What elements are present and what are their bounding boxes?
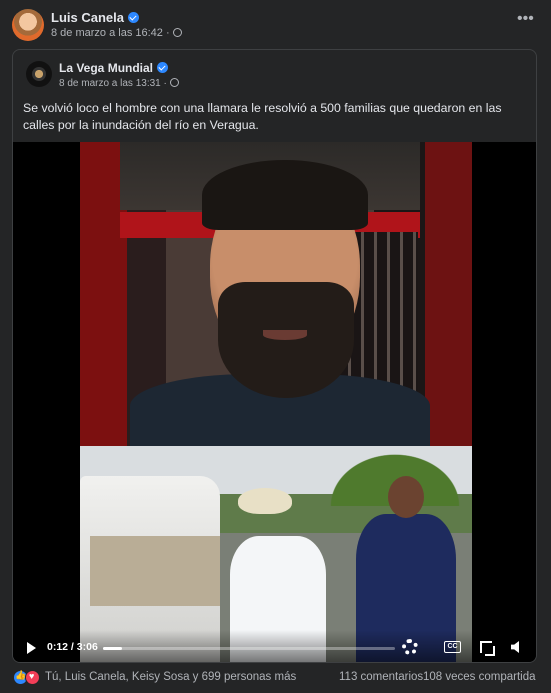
- post-timestamp[interactable]: 8 de marzo a las 16:42 ·: [51, 27, 170, 39]
- video-scene-top: [80, 142, 472, 454]
- shared-author-avatar[interactable]: [26, 61, 52, 87]
- shared-post-card: La Vega Mundial 8 de marzo a las 13:31 ·…: [12, 49, 537, 663]
- video-controls: 0:12 / 3:06 CC: [13, 630, 536, 662]
- video-time: 0:12 / 3:06: [47, 641, 98, 653]
- verified-badge-icon: [157, 62, 169, 73]
- page-logo: [32, 67, 46, 81]
- globe-icon: [172, 28, 182, 37]
- progress-fill: [103, 647, 122, 650]
- verified-badge-icon: [127, 12, 139, 23]
- love-reaction-icon: [25, 670, 40, 685]
- shares-count[interactable]: 108 veces compartida: [423, 671, 536, 683]
- volume-muted-icon[interactable]: [511, 641, 519, 653]
- author-name[interactable]: Luis Canela: [51, 10, 124, 25]
- video-frame[interactable]: [80, 142, 472, 662]
- video-player[interactable]: 0:12 / 3:06 CC: [13, 142, 536, 662]
- globe-icon: [169, 78, 179, 87]
- play-icon[interactable]: [27, 642, 36, 654]
- shared-timestamp[interactable]: 8 de marzo a las 13:31 ·: [59, 78, 167, 89]
- comments-count[interactable]: 113 comentarios: [339, 671, 423, 683]
- more-options-icon[interactable]: •••: [517, 11, 534, 30]
- progress-bar[interactable]: [103, 647, 395, 650]
- shared-author-name[interactable]: La Vega Mundial: [59, 61, 153, 75]
- reactors-summary[interactable]: Tú, Luis Canela, Keisy Sosa y 699 person…: [45, 671, 296, 683]
- captions-icon[interactable]: CC: [444, 641, 461, 653]
- post-header: Luis Canela 8 de marzo a las 16:42 · •••: [0, 0, 551, 48]
- post-caption: Se volvió loco el hombre con una llamara…: [23, 101, 502, 132]
- author-avatar[interactable]: [12, 9, 44, 41]
- fullscreen-icon[interactable]: [480, 641, 495, 656]
- gear-icon[interactable]: [402, 639, 418, 655]
